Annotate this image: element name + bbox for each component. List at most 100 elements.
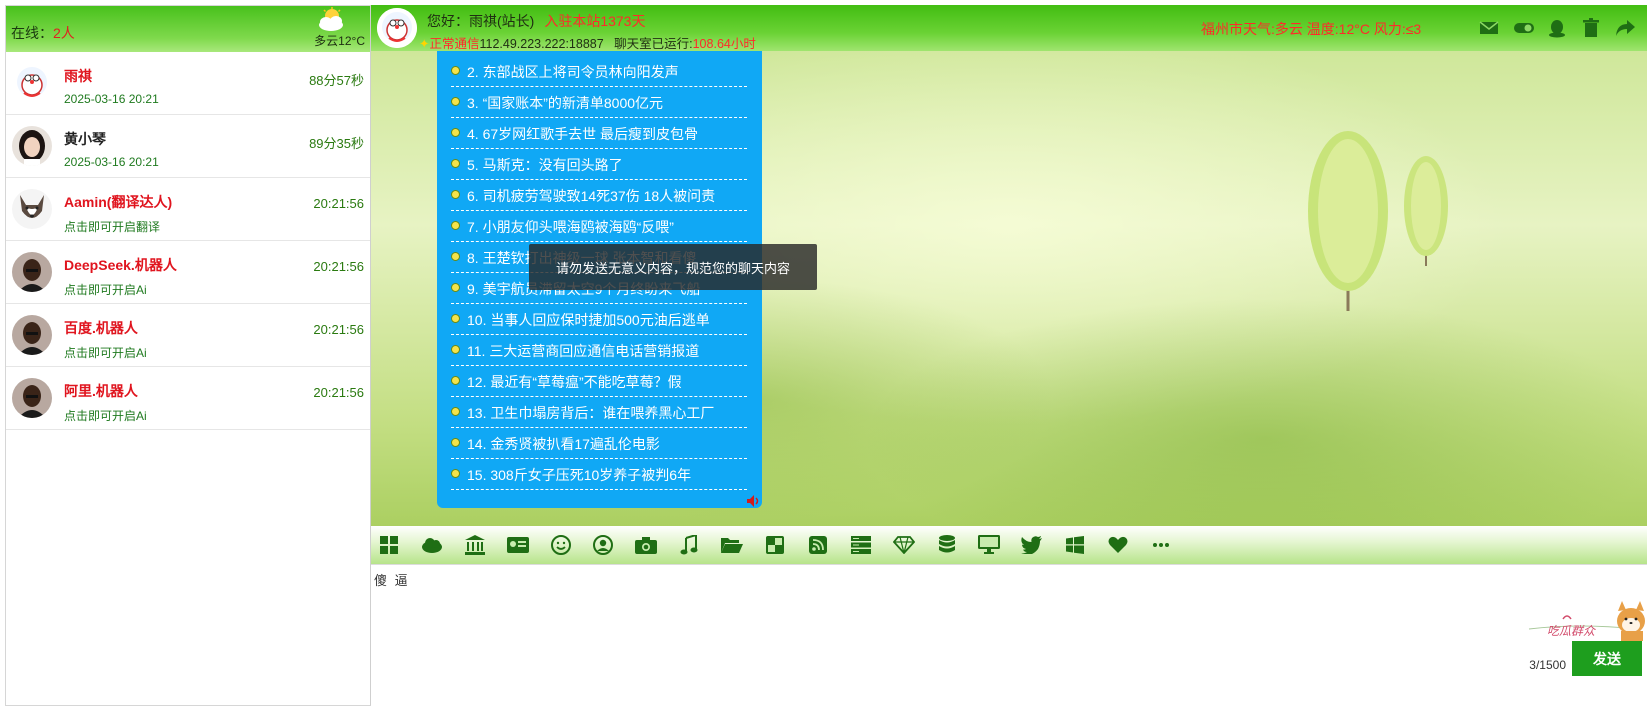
news-item[interactable]: 14. 金秀贤被扒看17遍乱伦电影 (451, 428, 747, 459)
char-counter: 3/1500 (1529, 658, 1566, 672)
news-item[interactable]: 3. “国家账本”的新清单8000亿元 (451, 87, 747, 118)
user-list-item[interactable]: 阿里.机器人 点击即可开启Ai 20:21:56 (6, 367, 370, 430)
avatar (12, 315, 52, 355)
plus-bullet-icon (451, 66, 460, 75)
user-subtitle: 2025-03-16 20:21 (64, 155, 159, 169)
news-item[interactable]: 7. 小朋友仰头喂海鸥被海鸥“反喂” (451, 211, 747, 242)
message-input[interactable]: 傻 逼 (374, 570, 410, 589)
user-time: 89分35秒 (309, 136, 364, 151)
user-subtitle: 点击即可开启Ai (64, 283, 147, 297)
server-icon[interactable] (850, 534, 872, 556)
id-card-icon[interactable] (506, 534, 529, 556)
current-user-avatar[interactable] (377, 8, 417, 48)
connection-status: ✦正常通信112.49.223.222:18887 聊天室已运行:108.64小… (419, 37, 756, 51)
grid-icon[interactable] (378, 534, 400, 556)
more-icon[interactable] (1150, 534, 1172, 556)
online-user-sidebar: 在线：2人 多云12°C 雨祺 2025-03-16 20:21 88分57秒 … (5, 5, 371, 706)
windows-icon[interactable] (1064, 534, 1086, 556)
diamond-icon[interactable] (892, 534, 915, 556)
chat-main-panel: 您好：雨祺(站长) 入驻本站1373天 ✦正常通信112.49.223.222:1… (371, 5, 1647, 706)
cloud-icon[interactable] (421, 534, 443, 556)
message-input-area[interactable]: 傻 逼 吃瓜群众 3/1500 发送 (371, 564, 1647, 677)
user-subtitle: 点击即可开启Ai (64, 409, 147, 423)
heart-icon[interactable] (1107, 534, 1129, 556)
music-icon[interactable] (678, 534, 700, 556)
user-subtitle: 2025-03-16 20:21 (64, 92, 159, 106)
member-days: 入驻本站1373天 (544, 13, 646, 29)
database-icon[interactable] (936, 534, 958, 556)
user-name: DeepSeek.机器人 (64, 257, 177, 273)
input-toolbar (371, 526, 1647, 564)
send-button[interactable]: 发送 (1572, 641, 1642, 676)
news-item[interactable]: 13. 卫生巾塌房背后：谁在喂养黑心工厂 (451, 397, 747, 428)
plus-bullet-icon (451, 283, 460, 292)
folder-open-icon[interactable] (721, 534, 744, 556)
user-list-item[interactable]: 百度.机器人 点击即可开启Ai 20:21:56 (6, 304, 370, 367)
warning-toast: 请勿发送无意义内容，规范您的聊天内容 (529, 244, 817, 290)
sparkle-icon: ✦ (419, 37, 430, 51)
camera-icon[interactable] (635, 534, 658, 556)
news-item[interactable]: 2. 东部战区上将司令员林向阳发声 (451, 56, 747, 87)
bank-icon[interactable] (464, 534, 486, 556)
tree-decoration (1308, 131, 1388, 311)
user-time: 20:21:56 (313, 385, 364, 400)
plus-bullet-icon (451, 252, 460, 261)
user-name: 阿里.机器人 (64, 383, 138, 399)
mail-icon[interactable] (1479, 18, 1499, 38)
news-item[interactable]: 12. 最近有“草莓瘟”不能吃草莓？假 (451, 366, 747, 397)
online-count: 2人 (53, 25, 75, 41)
puzzle-icon[interactable] (764, 534, 786, 556)
avatar (12, 189, 52, 229)
user-list-item[interactable]: DeepSeek.机器人 点击即可开启Ai 20:21:56 (6, 241, 370, 304)
user-time: 88分57秒 (309, 73, 364, 88)
runtime-value: 108.64小时 (692, 37, 756, 51)
plus-bullet-icon (451, 376, 460, 385)
toggle-icon[interactable] (1513, 18, 1534, 38)
plus-bullet-icon (451, 159, 460, 168)
user-subtitle: 点击即可开启翻译 (64, 220, 161, 234)
news-item[interactable]: 15. 308斤女子压死10岁养子被判6年 (451, 459, 747, 490)
plus-bullet-icon (451, 469, 460, 478)
twitter-icon[interactable] (1021, 534, 1043, 556)
news-item[interactable]: 11. 三大运营商回应通信电话营销报道 (451, 335, 747, 366)
user-list-item[interactable]: 雨祺 2025-03-16 20:21 88分57秒 (6, 52, 370, 115)
weather-line: 福州市天气:多云 温度:12°C 风力:≤3 (1201, 21, 1422, 37)
chat-header: 您好：雨祺(站长) 入驻本站1373天 ✦正常通信112.49.223.222:1… (371, 5, 1647, 51)
user-time: 20:21:56 (313, 322, 364, 337)
news-item[interactable]: 6. 司机疲劳驾驶致14死37伤 18人被问责 (451, 180, 747, 211)
avatar (12, 63, 52, 103)
header-tools (1479, 18, 1635, 38)
chat-message-area[interactable]: 2. 东部战区上将司令员林向阳发声 3. “国家账本”的新清单8000亿元 4.… (371, 51, 1647, 548)
news-item[interactable]: 5. 马斯克：没有回头路了 (451, 149, 747, 180)
plus-bullet-icon (451, 314, 460, 323)
avatar (12, 252, 52, 292)
avatar (12, 378, 52, 418)
weather-summary: 多云12°C (314, 34, 365, 48)
monitor-icon[interactable] (978, 534, 1001, 556)
qq-icon[interactable] (1547, 18, 1567, 38)
trash-icon[interactable] (1581, 18, 1601, 38)
ip-address: 112.49.223.222:18887 (479, 37, 604, 51)
user-name: 百度.机器人 (64, 320, 138, 336)
user-subtitle: 点击即可开启Ai (64, 346, 147, 360)
online-count-label: 在线：2人 (11, 25, 75, 41)
news-item[interactable]: 10. 当事人回应保时捷加500元油后逃单 (451, 304, 747, 335)
speaker-icon[interactable] (746, 494, 762, 508)
plus-bullet-icon (451, 190, 460, 199)
smile-icon[interactable] (550, 534, 572, 556)
shiba-mascot-image: 吃瓜群众 (1528, 601, 1645, 641)
user-circle-icon[interactable] (592, 534, 614, 556)
plus-bullet-icon (451, 345, 460, 354)
plus-bullet-icon (451, 221, 460, 230)
user-list-item[interactable]: Aamin(翻译达人) 点击即可开启翻译 20:21:56 (6, 178, 370, 241)
news-item[interactable]: 4. 67岁网红歌手去世 最后瘦到皮包骨 (451, 118, 747, 149)
user-time: 20:21:56 (313, 259, 364, 274)
mascot-caption: 吃瓜群众 (1547, 624, 1596, 638)
user-name: 雨祺 (64, 68, 92, 84)
user-name: Aamin(翻译达人) (64, 194, 173, 210)
rss-icon[interactable] (807, 534, 829, 556)
share-icon[interactable] (1615, 18, 1635, 38)
user-time: 20:21:56 (313, 196, 364, 211)
user-list-item[interactable]: 黄小琴 2025-03-16 20:21 89分35秒 (6, 115, 370, 178)
greeting: 您好：雨祺(站长) 入驻本站1373天 (427, 13, 646, 29)
